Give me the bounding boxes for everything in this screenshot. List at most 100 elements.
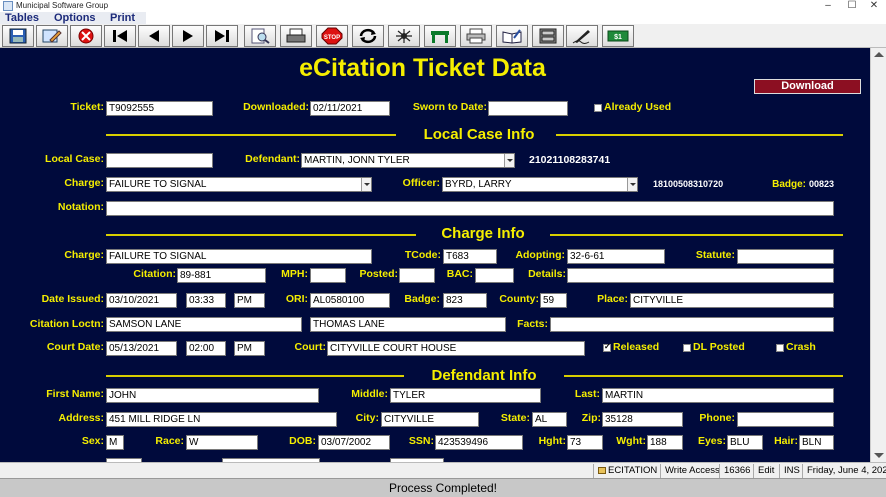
sex-field[interactable]: M xyxy=(106,435,124,450)
dob-field[interactable]: 03/07/2002 xyxy=(318,435,390,450)
maximize-button[interactable]: ☐ xyxy=(840,0,864,12)
date-issued-field[interactable]: 03/10/2021 xyxy=(106,293,177,308)
network-button[interactable] xyxy=(388,25,420,47)
court-date-field[interactable]: 05/13/2021 xyxy=(106,341,177,356)
facts-field[interactable] xyxy=(550,317,834,332)
facts-label: Facts: xyxy=(517,318,548,330)
citation-loctn-field-2[interactable]: THOMAS LANE xyxy=(310,317,506,332)
place-field[interactable]: CITYVILLE xyxy=(630,293,834,308)
first-name-field[interactable]: JOHN xyxy=(106,388,319,403)
menu-print[interactable]: Print xyxy=(110,12,135,24)
refresh-icon xyxy=(359,28,377,44)
menu-tables[interactable]: Tables xyxy=(5,12,39,24)
print-form-icon xyxy=(286,28,306,43)
mph-field[interactable] xyxy=(310,268,346,283)
height-field[interactable]: 73 xyxy=(567,435,603,450)
close-window-button[interactable]: ✕ xyxy=(862,0,886,12)
menu-options[interactable]: Options xyxy=(54,12,96,24)
previous-record-button[interactable] xyxy=(138,25,170,47)
defendant-select[interactable]: MARTIN, JONN TYLER xyxy=(301,153,515,168)
money-button[interactable]: $1 xyxy=(602,25,634,47)
toolbar: STOP $1 xyxy=(0,24,886,48)
hair-field[interactable]: BLN xyxy=(799,435,834,450)
last-record-button[interactable] xyxy=(206,25,238,47)
minimize-button[interactable]: – xyxy=(816,0,840,12)
zip-field[interactable]: 35128 xyxy=(602,412,683,427)
stop-button[interactable]: STOP xyxy=(316,25,348,47)
table-button[interactable] xyxy=(424,25,456,47)
chevron-down-icon[interactable] xyxy=(627,178,637,191)
chevron-down-icon[interactable] xyxy=(504,154,514,167)
edit-button[interactable] xyxy=(36,25,68,47)
menu-bar: Tables Options Print xyxy=(0,12,146,24)
charge-info-charge-field[interactable]: FAILURE TO SIGNAL xyxy=(106,249,372,264)
book-button[interactable] xyxy=(496,25,528,47)
bac-field[interactable] xyxy=(475,268,514,283)
state-field[interactable]: AL xyxy=(532,412,567,427)
charge-select[interactable]: FAILURE TO SIGNAL xyxy=(106,177,372,192)
details-field[interactable] xyxy=(567,268,834,283)
last-label: Last: xyxy=(574,388,600,400)
cabinet-button[interactable] xyxy=(532,25,564,47)
court-ampm-field[interactable]: PM xyxy=(234,341,265,356)
race-field[interactable]: W xyxy=(186,435,258,450)
notation-field[interactable] xyxy=(106,201,834,216)
sworn-to-date-field[interactable] xyxy=(488,101,568,116)
ssn-field[interactable]: 423539496 xyxy=(435,435,523,450)
ticket-label: Ticket: xyxy=(70,101,104,113)
time-issued-field[interactable]: 03:33 xyxy=(186,293,226,308)
city-field[interactable]: CITYVILLE xyxy=(381,412,479,427)
zip-label: Zip: xyxy=(581,412,601,424)
section-divider xyxy=(556,134,843,136)
phone-field[interactable] xyxy=(737,412,834,427)
section-divider xyxy=(106,375,404,377)
search-button[interactable] xyxy=(244,25,276,47)
vertical-scrollbar[interactable] xyxy=(870,48,886,462)
crash-checkbox[interactable] xyxy=(776,344,784,352)
table-icon xyxy=(431,31,449,43)
tcode-field[interactable]: T683 xyxy=(443,249,497,264)
defendant-id: 21021108283741 xyxy=(529,154,611,166)
phone-label: Phone: xyxy=(699,412,735,424)
city-label: City: xyxy=(355,412,379,424)
scroll-down-icon[interactable] xyxy=(874,453,884,458)
ampm-issued-field[interactable]: PM xyxy=(234,293,265,308)
citation-loctn-field-1[interactable]: SAMSON LANE xyxy=(106,317,302,332)
signature-button[interactable] xyxy=(566,25,598,47)
first-record-button[interactable] xyxy=(104,25,136,47)
local-case-field[interactable] xyxy=(106,153,213,168)
county-field[interactable]: 59 xyxy=(540,293,567,308)
middle-field[interactable]: TYLER xyxy=(390,388,541,403)
refresh-button[interactable] xyxy=(352,25,384,47)
defendant-info-title: Defendant Info xyxy=(431,367,537,384)
print-form-button[interactable] xyxy=(280,25,312,47)
address-field[interactable]: 451 MILL RIDGE LN xyxy=(106,412,337,427)
released-checkbox[interactable] xyxy=(603,342,611,352)
download-button[interactable]: Download xyxy=(754,79,861,94)
save-button[interactable] xyxy=(2,25,34,47)
weight-field[interactable]: 188 xyxy=(647,435,683,450)
cancel-button[interactable] xyxy=(70,25,102,47)
charge-badge-field[interactable]: 823 xyxy=(443,293,487,308)
dl-posted-checkbox[interactable] xyxy=(683,344,691,352)
notation-label: Notation: xyxy=(57,201,104,213)
eyes-field[interactable]: BLU xyxy=(727,435,763,450)
court-field[interactable]: CITYVILLE COURT HOUSE xyxy=(327,341,585,356)
officer-select[interactable]: BYRD, LARRY xyxy=(442,177,638,192)
downloaded-field[interactable]: 02/11/2021 xyxy=(310,101,390,116)
last-field[interactable]: MARTIN xyxy=(602,388,834,403)
posted-label: Posted: xyxy=(359,268,398,280)
statute-field[interactable] xyxy=(737,249,834,264)
already-used-checkbox[interactable] xyxy=(594,104,602,112)
next-record-button[interactable] xyxy=(172,25,204,47)
posted-field[interactable] xyxy=(399,268,435,283)
printer-button[interactable] xyxy=(460,25,492,47)
court-time-field[interactable]: 02:00 xyxy=(186,341,226,356)
citation-field[interactable]: 89-881 xyxy=(177,268,266,283)
adopting-field[interactable]: 32-6-61 xyxy=(567,249,665,264)
chevron-down-icon[interactable] xyxy=(361,178,371,191)
previous-record-icon xyxy=(149,30,159,42)
ticket-field[interactable]: T9092555 xyxy=(106,101,213,116)
scroll-up-icon[interactable] xyxy=(874,52,884,57)
ori-field[interactable]: AL0580100 xyxy=(310,293,390,308)
